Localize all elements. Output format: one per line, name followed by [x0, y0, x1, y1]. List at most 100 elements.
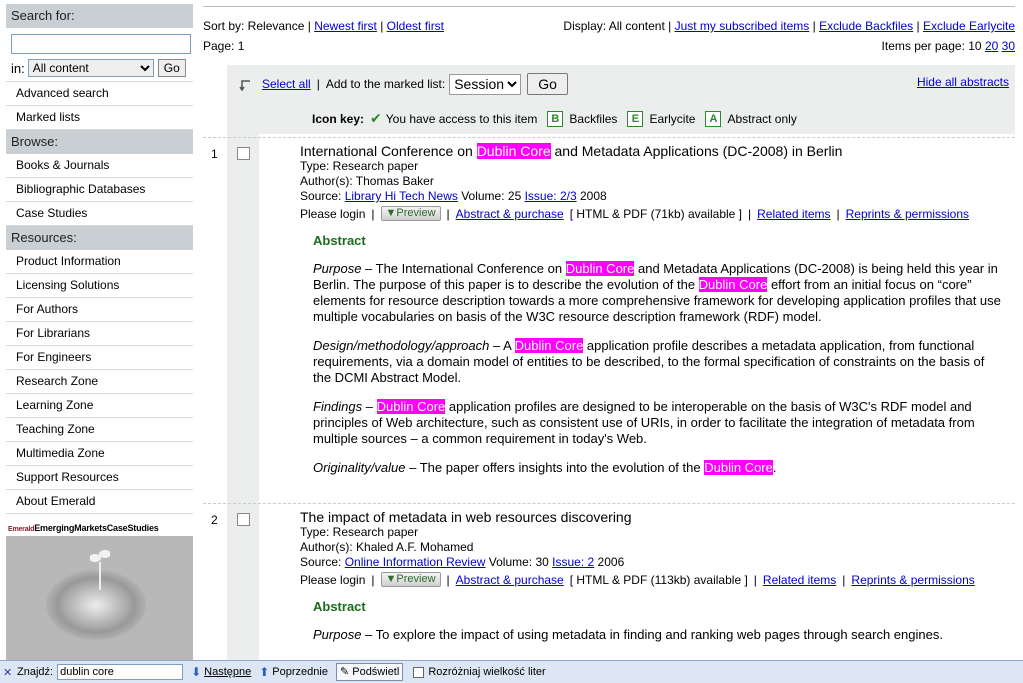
earlycite-icon: E [627, 110, 644, 127]
preview-button[interactable]: ▼Preview [380, 206, 441, 221]
sidebar-item-for-librarians[interactable]: For Librarians [6, 322, 193, 346]
abstract-purchase-link[interactable]: Abstract & purchase [456, 573, 564, 587]
sidebar-item-case-studies[interactable]: Case Studies [6, 202, 193, 226]
related-items-link[interactable]: Related items [757, 207, 830, 221]
page-indicator: Page: 1 [203, 39, 245, 53]
highlight-all-button[interactable]: ✎ Podświetl [335, 663, 404, 681]
format-availability: [ HTML & PDF (113kb) available ] [569, 572, 748, 587]
per-page-30-link[interactable]: 30 [1002, 39, 1015, 53]
result-item: International Conference on Dublin Core … [300, 143, 1015, 221]
issue-link[interactable]: Issue: 2/3 [525, 189, 577, 203]
advanced-search-link[interactable]: Advanced search [6, 82, 193, 106]
sidebar-item-product-information[interactable]: Product Information [6, 250, 193, 274]
search-scope-select[interactable]: All content [27, 59, 154, 77]
result-item: The impact of metadata in web resources … [300, 509, 1015, 587]
promo-title: EmeraldEmergingMarketsCaseStudies [6, 520, 193, 536]
marked-list-toolbar: Select all | Add to the marked list: Ses… [227, 65, 1015, 134]
abstract-originality: Originality/value – The paper offers ins… [313, 460, 777, 475]
sidebar-item-learning-zone[interactable]: Learning Zone [6, 394, 193, 418]
display-options: Display: All content | Just my subscribe… [563, 19, 1015, 33]
sidebar-item-for-engineers[interactable]: For Engineers [6, 346, 193, 370]
resources-header: Resources: [6, 226, 193, 250]
sidebar-item-teaching-zone[interactable]: Teaching Zone [6, 418, 193, 442]
sort-newest-link[interactable]: Newest first [314, 19, 377, 33]
result-actions: Please login | ▼Preview | Abstract & purch… [300, 206, 969, 221]
key-access-text: You have access to this item [385, 111, 538, 126]
abstract-findings: Findings – Dublin Core application profi… [313, 399, 975, 446]
please-login: Please login [300, 206, 366, 221]
search-go-button[interactable]: Go [157, 59, 186, 77]
reprints-link[interactable]: Reprints & permissions [846, 207, 969, 221]
result-divider [203, 503, 1015, 504]
display-label: Display: All content | [563, 19, 672, 33]
sidebar-item-for-authors[interactable]: For Authors [6, 298, 193, 322]
exclude-earlycite-link[interactable]: Exclude Earlycite [923, 19, 1015, 33]
result-divider [203, 137, 1015, 138]
result-source: Source: Online Information Review Volume… [300, 555, 625, 569]
result-title[interactable]: The impact of metadata in web resources … [300, 509, 1015, 525]
sort-oldest-link[interactable]: Oldest first [387, 19, 444, 33]
arrow-down-icon: ⬇ [191, 665, 202, 679]
journal-link[interactable]: Library Hi Tech News [345, 189, 458, 203]
result-title[interactable]: International Conference on Dublin Core … [300, 143, 1015, 159]
sidebar-item-research-zone[interactable]: Research Zone [6, 370, 193, 394]
search-scope-row: in: All content Go [11, 59, 189, 77]
add-to-list-go-button[interactable]: Go [527, 73, 568, 95]
sidebar-item-support-resources[interactable]: Support Resources [6, 466, 193, 490]
result-checkbox[interactable] [237, 513, 250, 526]
sidebar-item-books-journals[interactable]: Books & Journals [6, 154, 193, 178]
issue-link[interactable]: Issue: 2 [552, 555, 594, 569]
abstract-purchase-link[interactable]: Abstract & purchase [456, 207, 564, 221]
check-icon: ✔ [370, 110, 382, 126]
hide-abstracts-link[interactable]: Hide all abstracts [917, 75, 1009, 89]
subscribed-items-link[interactable]: Just my subscribed items [675, 19, 810, 33]
marked-list-select[interactable]: Session [449, 73, 522, 95]
close-find-icon[interactable]: ✕ [3, 666, 12, 679]
corner-arrow-icon [239, 80, 250, 91]
find-next-button[interactable]: ⬇ Następne [191, 665, 251, 679]
match-case-label: Rozróżniaj wielkość liter [428, 666, 546, 678]
result-authors: Author(s): Khaled A.F. Mohamed [300, 540, 474, 554]
related-items-link[interactable]: Related items [763, 573, 836, 587]
arrow-up-icon: ⬆ [259, 665, 270, 679]
reprints-link[interactable]: Reprints & permissions [851, 573, 974, 587]
marked-lists-link[interactable]: Marked lists [6, 106, 193, 130]
search-header: Search for: [6, 4, 193, 28]
in-label: in: [11, 60, 25, 76]
sidebar-item-about-emerald[interactable]: About Emerald [6, 490, 193, 514]
sprout-icon [90, 550, 110, 590]
please-login: Please login [300, 572, 366, 587]
select-all-link[interactable]: Select all [262, 77, 311, 91]
sidebar-item-bibliographic-databases[interactable]: Bibliographic Databases [6, 178, 193, 202]
preview-button[interactable]: ▼Preview [380, 572, 441, 587]
abstract-purpose: Purpose – To explore the impact of using… [313, 627, 943, 642]
abstract-only-icon: A [705, 110, 722, 127]
search-input[interactable] [11, 34, 191, 54]
promo-banner[interactable]: EmeraldEmergingMarketsCaseStudies [6, 520, 193, 660]
abstract-heading: Abstract [313, 233, 366, 248]
format-availability: [ HTML & PDF (71kb) available ] [569, 206, 742, 221]
abstract-heading: Abstract [313, 599, 366, 614]
backfiles-icon: B [547, 110, 564, 127]
key-backfiles-text: Backfiles [569, 111, 618, 126]
abstract-block: Abstract Purpose – The International Con… [313, 233, 1003, 476]
match-case-checkbox[interactable] [413, 666, 425, 678]
add-to-list-label: Add to the marked list: [325, 77, 446, 91]
find-label: Znajdź: [17, 666, 54, 678]
items-per-page: Items per page: 10 20 30 [882, 39, 1015, 53]
find-prev-button[interactable]: ⬆ Poprzednie [259, 665, 328, 679]
sidebar-item-multimedia-zone[interactable]: Multimedia Zone [6, 442, 193, 466]
exclude-backfiles-link[interactable]: Exclude Backfiles [819, 19, 913, 33]
result-number: 2 [211, 513, 218, 527]
promo-title-text: EmergingMarketsCaseStudies [34, 523, 159, 533]
find-input[interactable] [57, 664, 184, 680]
key-earlycite-text: Earlycite [649, 111, 696, 126]
find-bar: ✕ Znajdź: ⬇Następne ⬆Poprzednie ✎ Podświ… [0, 660, 1023, 683]
result-checkbox[interactable] [237, 147, 250, 160]
sidebar-item-licensing-solutions[interactable]: Licensing Solutions [6, 274, 193, 298]
journal-link[interactable]: Online Information Review [345, 555, 486, 569]
icon-key-label: Icon key: [312, 111, 365, 126]
per-page-20-link[interactable]: 20 [985, 39, 998, 53]
results-left-gutter [227, 134, 259, 660]
browse-header: Browse: [6, 130, 193, 154]
